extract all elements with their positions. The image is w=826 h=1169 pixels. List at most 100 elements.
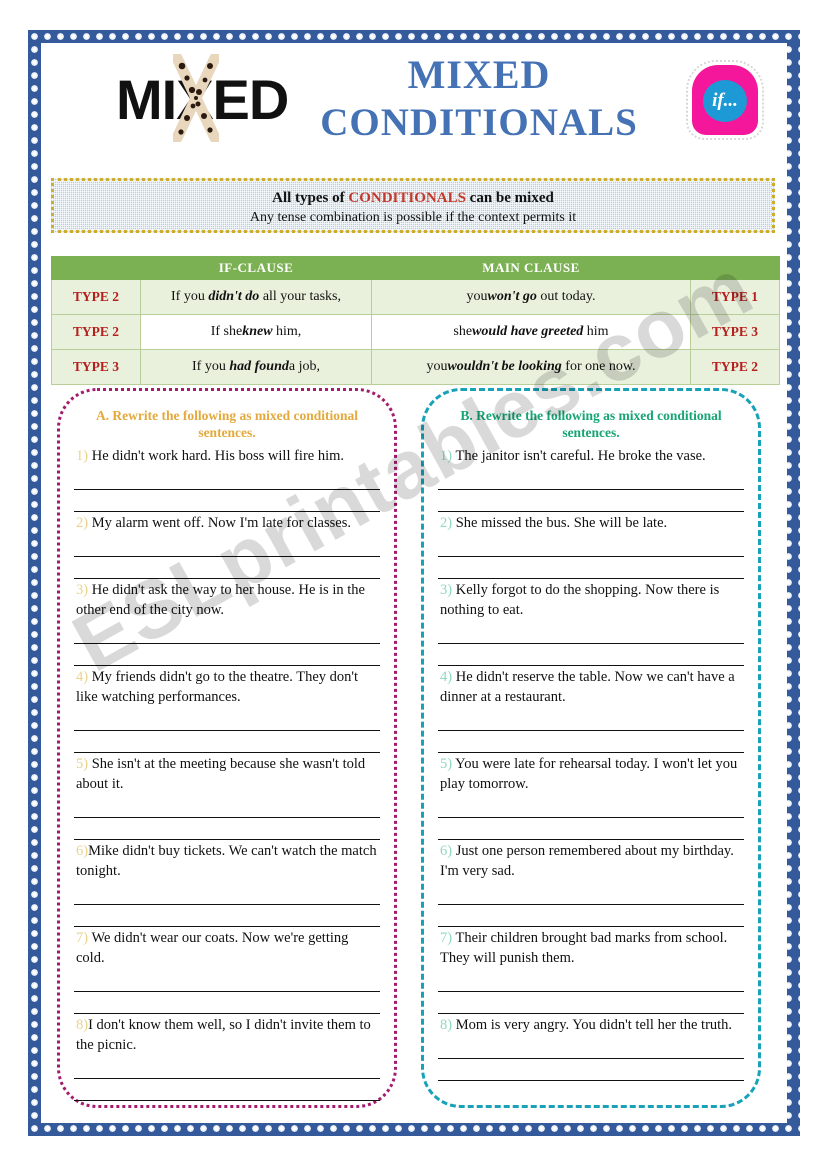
if-badge-label: if...	[712, 90, 738, 111]
note-banner-line2: Any tense combination is possible if the…	[249, 210, 577, 225]
main-plain-2: him	[583, 324, 609, 339]
list-item: 7) Their children brought bad marks from…	[438, 927, 744, 1014]
exercise-b-prompt: 2) She missed the bus. She will be late.	[438, 512, 744, 535]
row-right-type: TYPE 3	[690, 314, 780, 350]
exercise-a-list: 1) He didn't work hard. His boss will fi…	[60, 445, 394, 1101]
list-item: 1) The janitor isn't careful. He broke t…	[438, 445, 744, 512]
answer-line[interactable]	[438, 709, 744, 731]
item-text: You were late for rehearsal today. I won…	[440, 756, 738, 792]
answer-line[interactable]	[74, 557, 380, 579]
answer-line[interactable]	[74, 970, 380, 992]
answer-line[interactable]	[438, 970, 744, 992]
answer-line[interactable]	[438, 644, 744, 666]
item-number: 3)	[76, 582, 89, 598]
if-plain-2: him,	[272, 324, 302, 339]
answer-line[interactable]	[74, 905, 380, 927]
item-text: Just one person remembered about my birt…	[440, 843, 734, 879]
answer-line[interactable]	[74, 1079, 380, 1101]
item-number: 5)	[440, 756, 453, 772]
item-number: 6)	[76, 843, 89, 859]
item-text: Kelly forgot to do the shopping. Now the…	[440, 582, 720, 618]
table-header-if-clause: IF-CLAUSE	[140, 256, 372, 280]
table-header-main-clause: MAIN CLAUSE	[371, 256, 691, 280]
item-number: 4)	[440, 669, 453, 685]
list-item: 3) He didn't ask the way to her house. H…	[74, 579, 380, 666]
main-bold: won't go	[487, 289, 537, 304]
answer-line[interactable]	[74, 818, 380, 840]
worksheet-page: MIXED MIXED CONDITIONALS if... All types…	[0, 0, 826, 1169]
item-text: Mike didn't buy tickets. We can't watch …	[76, 843, 377, 879]
answer-line[interactable]	[438, 468, 744, 490]
answer-line[interactable]	[438, 731, 744, 753]
answer-line[interactable]	[438, 796, 744, 818]
note-banner-line1: All types of CONDITIONALS can be mixed	[54, 188, 772, 208]
main-plain-1: you	[426, 359, 448, 374]
answer-line[interactable]	[74, 468, 380, 490]
answer-line[interactable]	[438, 557, 744, 579]
exercise-b-prompt: 8) Mom is very angry. You didn't tell he…	[438, 1014, 744, 1037]
table-header-row: IF-CLAUSE MAIN CLAUSE	[51, 256, 780, 280]
exercise-b-prompt: 1) The janitor isn't careful. He broke t…	[438, 445, 744, 468]
answer-line[interactable]	[438, 992, 744, 1014]
if-plain-2: a job,	[288, 359, 320, 374]
item-number: 6)	[440, 843, 453, 859]
item-number: 3)	[440, 582, 453, 598]
if-plain-1: If you	[171, 289, 209, 304]
answer-line[interactable]	[438, 883, 744, 905]
item-text: He didn't reserve the table. Now we can'…	[440, 669, 735, 705]
answer-line[interactable]	[74, 709, 380, 731]
row-if-clause: If you had founda job,	[140, 349, 372, 385]
exercise-b-prompt: 4) He didn't reserve the table. Now we c…	[438, 666, 744, 709]
answer-line[interactable]	[438, 905, 744, 927]
answer-line[interactable]	[438, 622, 744, 644]
exercise-a-prompt: 5) She isn't at the meeting because she …	[74, 753, 380, 796]
answer-line[interactable]	[74, 535, 380, 557]
note-suffix: can be mixed	[465, 190, 554, 206]
table-row: TYPE 2 If you didn't do all your tasks, …	[51, 279, 780, 315]
list-item: 5) She isn't at the meeting because she …	[74, 753, 380, 840]
answer-line[interactable]	[438, 490, 744, 512]
answer-line[interactable]	[74, 731, 380, 753]
row-main-clause: youwouldn't be looking for one now.	[371, 349, 691, 385]
note-prefix: All types of	[272, 190, 349, 206]
clause-comparison-table: IF-CLAUSE MAIN CLAUSE TYPE 2 If you didn…	[51, 256, 780, 385]
exercise-b-prompt: 3) Kelly forgot to do the shopping. Now …	[438, 579, 744, 622]
page-title-line2: CONDITIONALS	[320, 101, 638, 144]
item-text: She missed the bus. She will be late.	[452, 515, 668, 531]
exercise-b-list: 1) The janitor isn't careful. He broke t…	[424, 445, 758, 1081]
exercise-b-prompt: 5) You were late for rehearsal today. I …	[438, 753, 744, 796]
answer-line[interactable]	[74, 1057, 380, 1079]
item-text: She isn't at the meeting because she was…	[76, 756, 366, 792]
note-highlight: CONDITIONALS	[348, 190, 466, 206]
answer-line[interactable]	[438, 535, 744, 557]
table-header-right-blank	[690, 256, 780, 280]
worksheet-content: MIXED MIXED CONDITIONALS if... All types…	[41, 43, 787, 1123]
main-plain-1: you	[466, 289, 488, 304]
row-right-type: TYPE 1	[690, 279, 780, 315]
answer-line[interactable]	[74, 992, 380, 1014]
answer-line[interactable]	[74, 644, 380, 666]
answer-line[interactable]	[74, 622, 380, 644]
answer-line[interactable]	[74, 883, 380, 905]
exercise-a-prompt: 1) He didn't work hard. His boss will fi…	[74, 445, 380, 468]
item-number: 5)	[76, 756, 89, 772]
item-text: Their children brought bad marks from sc…	[440, 930, 728, 966]
answer-line[interactable]	[74, 490, 380, 512]
mixed-wordmark-text: MIXED	[116, 68, 289, 131]
answer-line[interactable]	[74, 796, 380, 818]
exercise-b-prompt: 7) Their children brought bad marks from…	[438, 927, 744, 970]
item-text: My alarm went off. Now I'm late for clas…	[88, 515, 351, 531]
exercise-b-prompt: 6) Just one person remembered about my b…	[438, 840, 744, 883]
answer-line[interactable]	[438, 1037, 744, 1059]
item-number: 8)	[440, 1017, 453, 1033]
answer-line[interactable]	[438, 818, 744, 840]
row-left-type: TYPE 2	[51, 279, 141, 315]
if-bold: had found	[229, 359, 289, 374]
answer-line[interactable]	[438, 1059, 744, 1081]
exercise-a-prompt: 3) He didn't ask the way to her house. H…	[74, 579, 380, 622]
mixed-wordmark: MIXED	[116, 54, 289, 142]
list-item: 6)Mike didn't buy tickets. We can't watc…	[74, 840, 380, 927]
item-text: The janitor isn't careful. He broke the …	[452, 448, 706, 464]
exercise-a-prompt: 8)I don't know them well, so I didn't in…	[74, 1014, 380, 1057]
if-plain-2: all your tasks,	[259, 289, 341, 304]
